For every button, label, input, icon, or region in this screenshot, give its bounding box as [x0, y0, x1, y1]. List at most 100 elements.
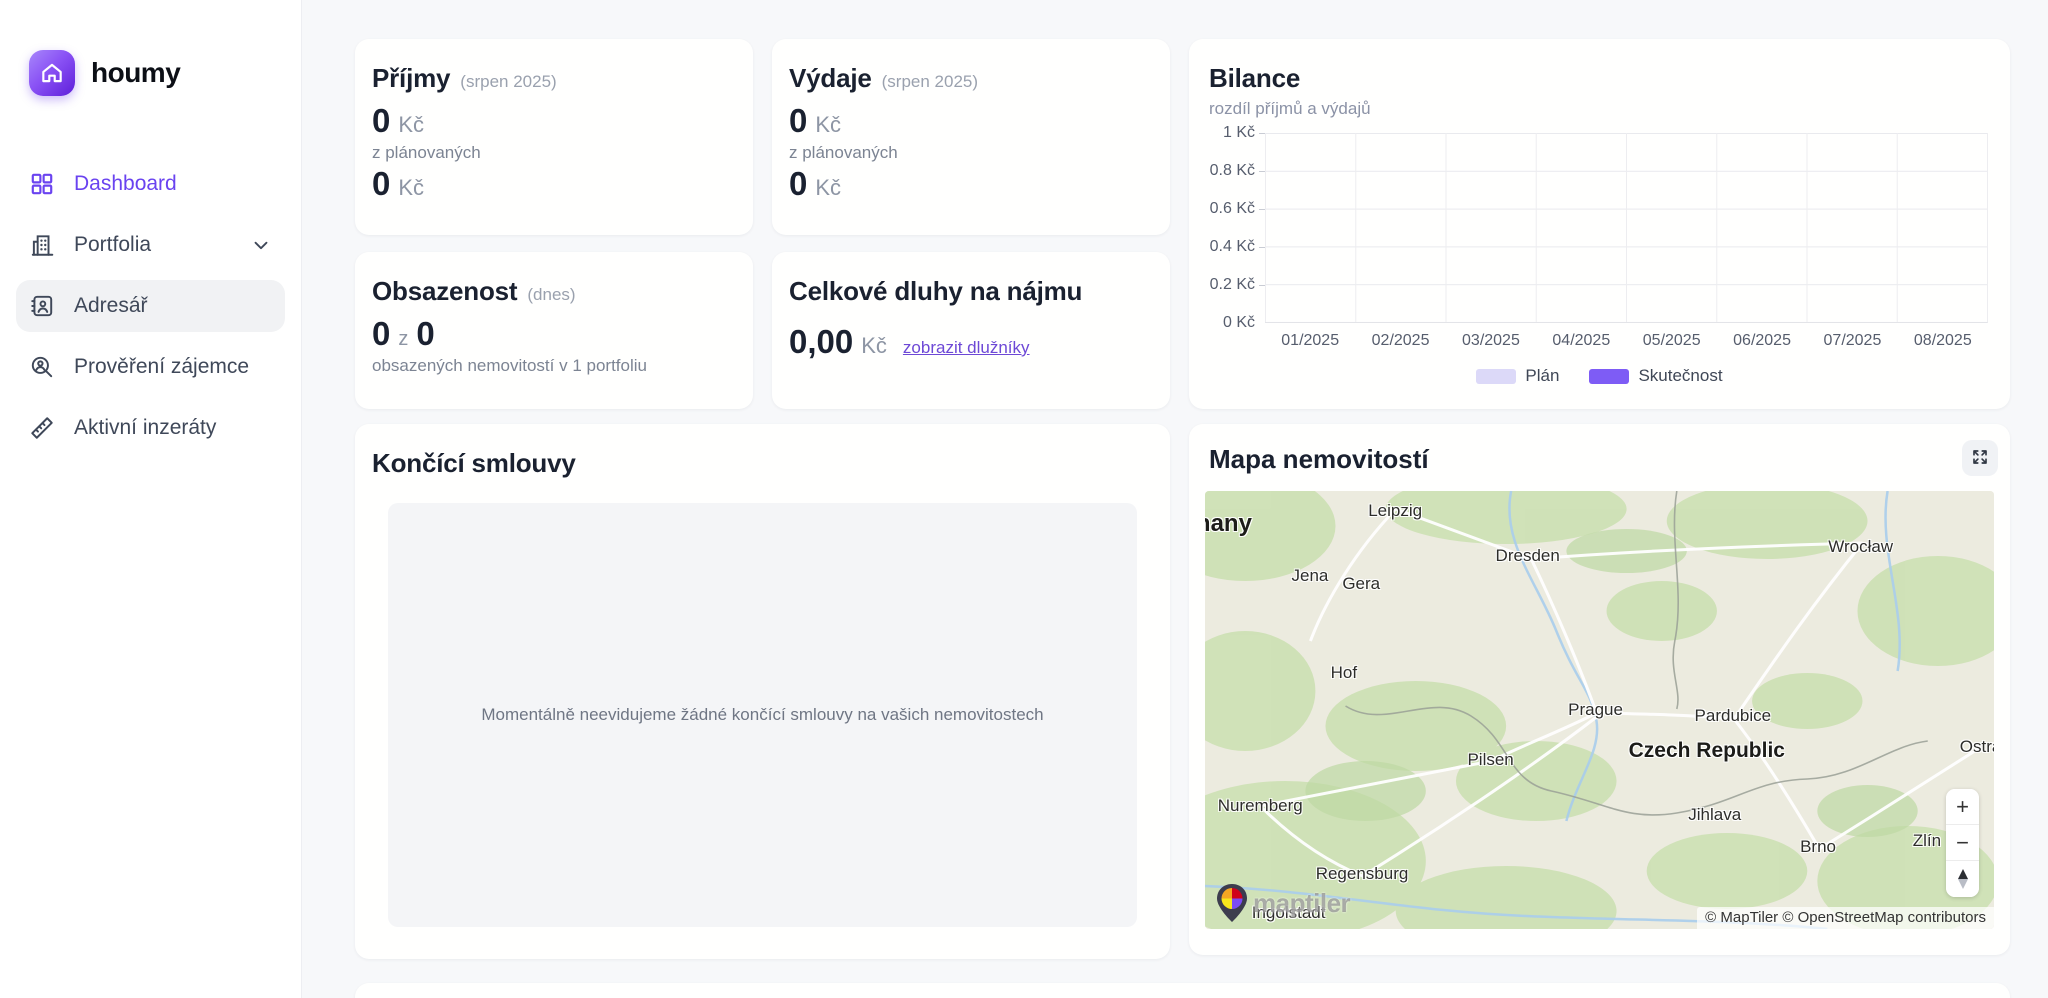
map-compass-button[interactable]: [1946, 861, 1979, 897]
sidebar-item-label: Adresář: [74, 294, 148, 318]
map-city-label: Ostra: [1960, 737, 1994, 757]
x-tick-label: 06/2025: [1717, 332, 1807, 350]
map-zoom-out-button[interactable]: −: [1946, 825, 1979, 861]
occupancy-caption: obsazených nemovitostí v 1 portfoliu: [372, 356, 736, 376]
brand-wordmark: houmy: [91, 57, 180, 89]
card-prijmy: Příjmy (srpen 2025) 0 Kč z plánovaných 0…: [355, 39, 753, 235]
sidebar-nav: Dashboard Portfolia: [16, 158, 285, 463]
card-period: (dnes): [527, 285, 575, 305]
show-debtors-link[interactable]: zobrazit dlužníky: [903, 338, 1030, 358]
map-city-label: Pilsen: [1467, 750, 1513, 770]
map-city-label: Dresden: [1496, 546, 1560, 566]
chart-title: Bilance: [1209, 63, 1990, 94]
x-tick-label: 03/2025: [1446, 332, 1536, 350]
app-root: houmy Dashboard Po: [0, 0, 2048, 998]
map-attribution[interactable]: © MapTiler © OpenStreetMap contributors: [1697, 907, 1994, 929]
brand-logo[interactable]: houmy: [29, 50, 285, 96]
maptiler-wordmark: maptiler: [1253, 888, 1350, 919]
debt-unit: Kč: [861, 333, 887, 359]
card-title: Výdaje: [789, 63, 872, 94]
map-city-label: Czech Republic: [1629, 739, 1785, 763]
x-tick-label: 05/2025: [1627, 332, 1717, 350]
debt-value: 0,00: [789, 323, 853, 361]
card-title: Končící smlouvy: [372, 448, 576, 478]
legend-item: Plán: [1476, 366, 1559, 386]
map-canvas[interactable]: nany Leipzig Dresden Wrocław Jena Gera Hof Prag…: [1205, 491, 1994, 929]
chart-legend: Plán Skutečnost: [1209, 366, 1990, 386]
card-title: Obsazenost: [372, 276, 517, 307]
map-city-label: Hof: [1331, 663, 1357, 683]
map-city-label: Nuremberg: [1218, 796, 1303, 816]
map-city-label: Brno: [1800, 837, 1836, 857]
x-tick-label: 04/2025: [1536, 332, 1626, 350]
maptiler-logo[interactable]: maptiler: [1215, 883, 1350, 923]
main-content: Příjmy (srpen 2025) 0 Kč z plánovaných 0…: [302, 0, 2048, 998]
map-expand-button[interactable]: [1962, 440, 1998, 476]
legend-label: Plán: [1525, 366, 1559, 386]
card-period: (srpen 2025): [882, 72, 978, 92]
expense-planned-value: 0: [789, 165, 807, 203]
y-tick-label: 0.4 Kč: [1210, 238, 1255, 256]
sidebar-item-label: Portfolia: [74, 233, 151, 257]
map-city-label: Regensburg: [1316, 864, 1409, 884]
income-caption: z plánovaných: [372, 143, 736, 163]
legend-swatch: [1589, 369, 1629, 384]
legend-swatch: [1476, 369, 1516, 384]
card-obsazenost: Obsazenost (dnes) 0 z 0 obsazených nemov…: [355, 252, 753, 409]
maptiler-pin-icon: [1215, 883, 1249, 923]
bilance-bar-chart: 1 Kč0.8 Kč0.6 Kč0.4 Kč0.2 Kč0 Kč 01/2025…: [1209, 133, 1990, 350]
income-value: 0: [372, 102, 390, 140]
contact-card-icon: [29, 293, 55, 319]
sidebar-item-aktivni-inzeraty[interactable]: Aktivní inzeráty: [16, 402, 285, 454]
houmy-house-icon: [29, 50, 75, 96]
map-city-label: Jena: [1291, 566, 1328, 586]
card-title: Příjmy: [372, 63, 450, 94]
card-mapa: Mapa nemovitostí: [1189, 424, 2010, 955]
y-tick-label: 0.8 Kč: [1210, 162, 1255, 180]
sidebar-item-provereni-zajemce[interactable]: Prověření zájemce: [16, 341, 285, 393]
chart-subtitle: rozdíl příjmů a výdajů: [1209, 99, 1990, 119]
card-vydaje: Výdaje (srpen 2025) 0 Kč z plánovaných 0…: [772, 39, 1170, 235]
sidebar: houmy Dashboard Po: [0, 0, 302, 998]
chart-y-axis: 1 Kč0.8 Kč0.6 Kč0.4 Kč0.2 Kč0 Kč: [1209, 133, 1265, 323]
sidebar-item-adresar[interactable]: Adresář: [16, 280, 285, 332]
next-section-card: [355, 983, 2010, 998]
sidebar-item-dashboard[interactable]: Dashboard: [16, 158, 285, 210]
expense-caption: z plánovaných: [789, 143, 1153, 163]
y-tick-label: 0.2 Kč: [1210, 276, 1255, 294]
expand-icon: [1971, 448, 1989, 469]
map-city-label: Leipzig: [1368, 501, 1422, 521]
card-bilance: Bilance rozdíl příjmů a výdajů 1 Kč0.8 K…: [1189, 39, 2010, 409]
building-icon: [29, 232, 55, 258]
expense-planned-unit: Kč: [815, 175, 841, 201]
sidebar-item-label: Aktivní inzeráty: [74, 416, 216, 440]
ending-contracts-empty-panel: Momentálně neevidujeme žádné končící sml…: [388, 503, 1137, 927]
ruler-icon: [29, 415, 55, 441]
sidebar-item-portfolia[interactable]: Portfolia: [16, 219, 285, 271]
income-unit: Kč: [398, 112, 424, 138]
person-search-icon: [29, 354, 55, 380]
map-city-label: Jihlava: [1688, 805, 1741, 825]
map-city-label: Wrocław: [1828, 537, 1893, 557]
map-city-label: Zlín: [1913, 831, 1941, 851]
expense-value: 0: [789, 102, 807, 140]
map-zoom-in-button[interactable]: +: [1946, 789, 1979, 825]
legend-label: Skutečnost: [1638, 366, 1722, 386]
map-city-label: nany: [1205, 510, 1252, 538]
chart-plot-area: [1265, 133, 1988, 323]
x-tick-label: 01/2025: [1265, 332, 1355, 350]
y-tick-label: 0.6 Kč: [1210, 200, 1255, 218]
map-city-label: Gera: [1342, 574, 1380, 594]
grid-icon: [29, 171, 55, 197]
sidebar-item-label: Dashboard: [74, 172, 177, 196]
map-city-label: Prague: [1568, 700, 1623, 720]
card-title: Celkové dluhy na nájmu: [789, 276, 1082, 307]
x-tick-label: 02/2025: [1355, 332, 1445, 350]
map-labels-layer: nany Leipzig Dresden Wrocław Jena Gera Hof Prag…: [1205, 491, 1994, 929]
chevron-down-icon: [250, 234, 272, 256]
legend-item: Skutečnost: [1589, 366, 1722, 386]
occupancy-separator: z: [398, 328, 408, 351]
map-city-label: Pardubice: [1695, 706, 1772, 726]
card-koncici-smlouvy: Končící smlouvy Momentálně neevidujeme ž…: [355, 424, 1170, 959]
ending-contracts-empty-text: Momentálně neevidujeme žádné končící sml…: [481, 705, 1043, 725]
